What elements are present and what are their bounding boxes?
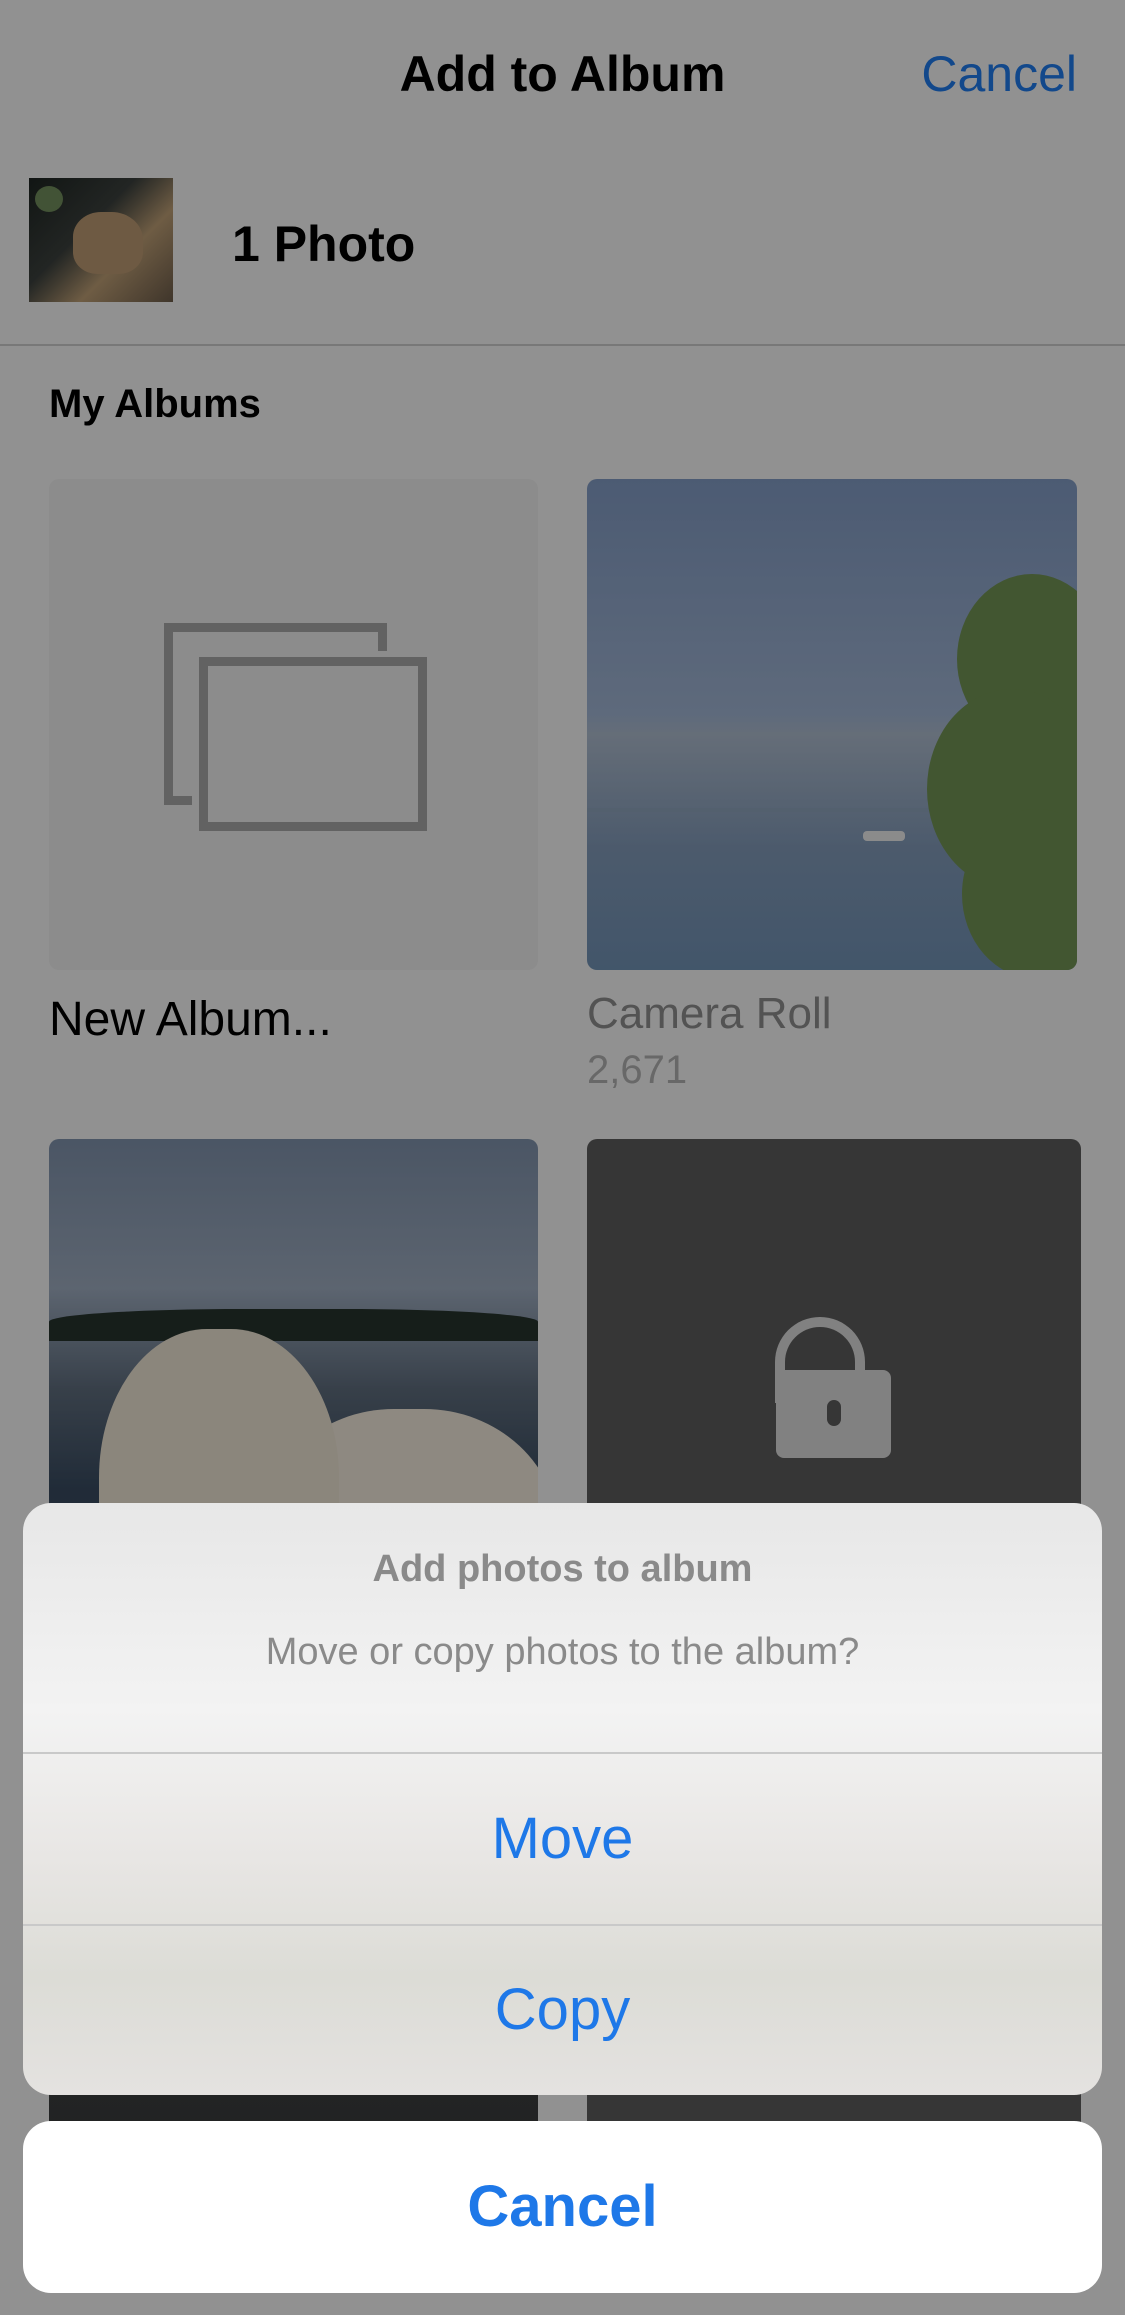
action-sheet: Add photos to album Move or copy photos … <box>23 1503 1102 2095</box>
move-button[interactable]: Move <box>23 1753 1102 1925</box>
action-sheet-title: Add photos to album <box>372 1548 753 1590</box>
action-sheet-header: Add photos to album Move or copy photos … <box>23 1503 1102 1753</box>
copy-button[interactable]: Copy <box>23 1925 1102 2095</box>
action-sheet-message: Move or copy photos to the album? <box>265 1631 860 1673</box>
action-sheet-cancel-button[interactable]: Cancel <box>23 2121 1102 2293</box>
